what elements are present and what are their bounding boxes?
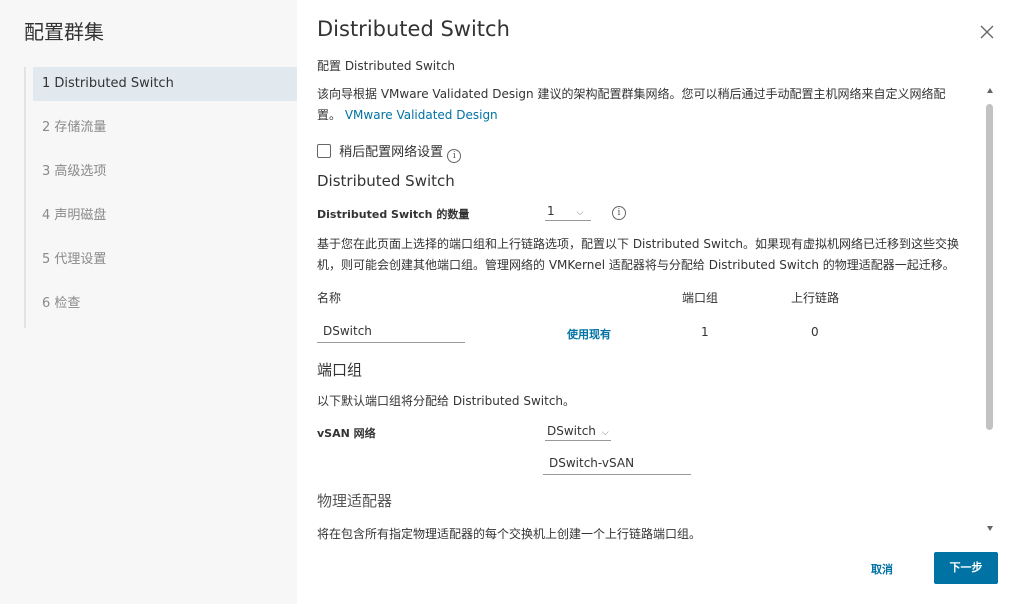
scrollbar[interactable] <box>985 84 997 544</box>
ds-count-select[interactable]: 1 ⌵ <box>545 204 591 221</box>
portgroup-heading: 端口组 <box>317 361 363 379</box>
next-button[interactable]: 下一步 <box>934 552 998 584</box>
step-claim-disks[interactable]: 4 声明磁盘 <box>26 199 297 243</box>
scroll-down-icon[interactable] <box>987 526 993 531</box>
ds-description: 基于您在此页面上选择的端口组和上行链路选项，配置以下 Distributed S… <box>317 234 987 276</box>
cancel-button[interactable]: 取消 <box>855 554 909 586</box>
wizard-content-pane: Distributed Switch 配置 Distributed Switch… <box>297 0 1024 604</box>
vsan-switch-select[interactable]: DSwitch ⌵ <box>545 424 611 441</box>
chevron-down-icon: ⌵ <box>601 428 609 438</box>
vsan-portgroup-input[interactable]: DSwitch-vSAN <box>543 456 691 475</box>
ds-count-value: 1 <box>547 204 555 218</box>
info-icon[interactable]: i <box>612 206 626 220</box>
vvd-link[interactable]: VMware Validated Design <box>345 108 498 122</box>
intro-line-2: 置。 <box>317 108 342 122</box>
intro-text: 该向导根据 VMware Validated Design 建议的架构配置群集网… <box>317 84 977 126</box>
step-distributed-switch[interactable]: 1 Distributed Switch <box>33 67 299 101</box>
vsan-network-label: vSAN 网络 <box>317 427 376 440</box>
info-icon[interactable]: i <box>447 149 462 163</box>
scroll-up-icon[interactable] <box>987 88 993 93</box>
use-existing-button[interactable]: 使用现有 <box>567 326 611 342</box>
step-proxy-settings[interactable]: 5 代理设置 <box>26 243 297 287</box>
wizard-title: 配置群集 <box>24 20 104 44</box>
col-header-uplinks: 上行链路 <box>791 291 840 305</box>
page-title: Distributed Switch <box>317 17 510 41</box>
step-storage-traffic[interactable]: 2 存储流量 <box>26 111 297 155</box>
vsan-switch-value: DSwitch <box>547 424 596 438</box>
ds-count-label: Distributed Switch 的数量 <box>317 208 470 221</box>
ds-uplink-count: 0 <box>811 325 819 339</box>
config-later-label: 稍后配置网络设置 <box>339 145 444 160</box>
page-subtitle: 配置 Distributed Switch <box>317 59 456 73</box>
close-icon[interactable] <box>977 22 997 42</box>
ds-heading: Distributed Switch <box>317 172 455 190</box>
ds-desc-line-2: 机，则可能会创建其他端口组。管理网络的 VMKernel 适配器将与分配给 Di… <box>317 258 955 272</box>
ds-portgroup-count: 1 <box>701 325 709 339</box>
ds-name-input[interactable]: DSwitch <box>317 324 465 343</box>
adapter-heading: 物理适配器 <box>317 492 393 510</box>
col-header-portgroups: 端口组 <box>682 291 719 305</box>
scroll-content: 该向导根据 VMware Validated Design 建议的架构配置群集网… <box>317 84 987 544</box>
scrollbar-thumb[interactable] <box>986 104 993 430</box>
wizard-sidebar: 配置群集 1 Distributed Switch 2 存储流量 3 高级选项 … <box>0 0 299 604</box>
portgroup-description: 以下默认端口组将分配给 Distributed Switch。 <box>317 394 576 408</box>
chevron-down-icon: ⌵ <box>576 208 584 218</box>
config-later-checkbox[interactable] <box>317 144 331 158</box>
wizard-steps: 1 Distributed Switch 2 存储流量 3 高级选项 4 声明磁… <box>24 67 299 331</box>
adapter-description: 将在包含所有指定物理适配器的每个交换机上创建一个上行链路端口组。 <box>317 527 702 541</box>
col-header-name: 名称 <box>317 291 342 305</box>
ds-desc-line-1: 基于您在此页面上选择的端口组和上行链路选项，配置以下 Distributed S… <box>317 237 960 251</box>
config-later-row: 稍后配置网络设置 i <box>317 141 462 163</box>
step-advanced-options[interactable]: 3 高级选项 <box>26 155 297 199</box>
step-review[interactable]: 6 检查 <box>26 287 297 331</box>
intro-line-1: 该向导根据 VMware Validated Design 建议的架构配置群集网… <box>317 87 946 101</box>
